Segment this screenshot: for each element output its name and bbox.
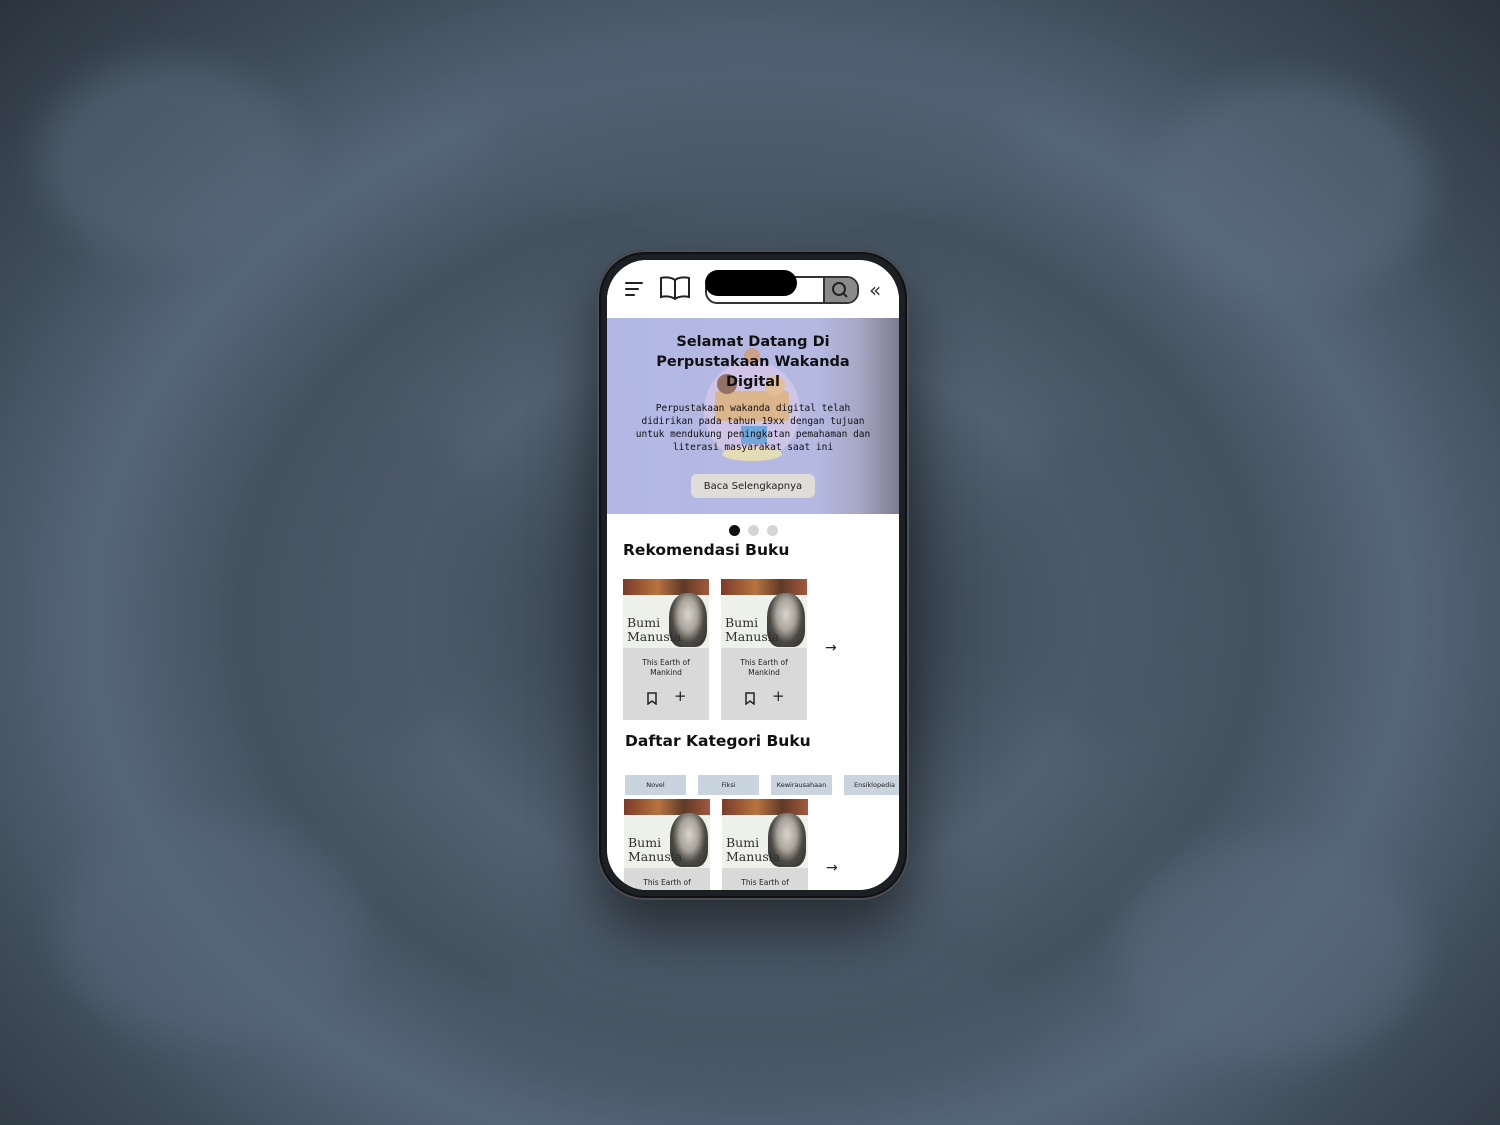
bookmark-icon[interactable] bbox=[745, 692, 755, 705]
cover-title: Bumi Manusia bbox=[628, 835, 683, 864]
book-subtitle: This Earth of Mankind bbox=[740, 658, 788, 677]
read-more-button[interactable]: Baca Selengkapnya bbox=[691, 474, 815, 498]
menu-icon[interactable] bbox=[625, 282, 643, 300]
chevrons-left-icon[interactable]: « bbox=[869, 280, 881, 300]
book-subtitle: This Earth of bbox=[741, 878, 789, 887]
bookmark-icon[interactable] bbox=[647, 692, 657, 705]
hero-description: Perpustakaan wakanda digital telah didir… bbox=[635, 403, 871, 453]
category-chip[interactable]: Ensiklopedia bbox=[844, 775, 899, 795]
arrow-right-icon[interactable]: → bbox=[826, 860, 838, 876]
categories-title: Daftar Kategori Buku bbox=[625, 732, 811, 750]
book-subtitle: This Earth of Mankind bbox=[642, 658, 690, 677]
carousel-indicator bbox=[607, 523, 899, 541]
category-chip[interactable]: Fiksi bbox=[698, 775, 759, 795]
hero-banner: Selamat Datang Di Perpustakaan Wakanda D… bbox=[607, 318, 899, 514]
plus-icon[interactable]: + bbox=[674, 687, 687, 705]
phone-screen: « Selamat Datang Di Perpustakaan Wakanda… bbox=[607, 260, 899, 890]
arrow-right-icon[interactable]: → bbox=[825, 640, 837, 656]
cover-title: Bumi Manusia bbox=[726, 835, 781, 864]
plus-icon[interactable]: + bbox=[772, 687, 785, 705]
carousel-dot[interactable] bbox=[766, 525, 778, 536]
carousel-dot[interactable] bbox=[747, 525, 759, 536]
category-chip[interactable]: Novel bbox=[625, 775, 686, 795]
phone-frame: « Selamat Datang Di Perpustakaan Wakanda… bbox=[597, 250, 909, 900]
book-cover: Bumi Manusia bbox=[623, 579, 709, 648]
cover-title: Bumi Manusia bbox=[627, 615, 682, 644]
book-cover: Bumi Manusia bbox=[722, 799, 808, 868]
book-open-icon[interactable] bbox=[659, 275, 691, 306]
hero-title: Selamat Datang Di Perpustakaan Wakanda D… bbox=[656, 334, 850, 390]
book-cover: Bumi Manusia bbox=[624, 799, 710, 868]
book-subtitle: This Earth of bbox=[643, 878, 691, 887]
category-chip[interactable]: Kewirausahaan bbox=[771, 775, 832, 795]
search-icon bbox=[832, 282, 848, 298]
book-card[interactable]: Bumi Manusia This Earth of bbox=[624, 799, 710, 890]
book-card[interactable]: Bumi Manusia This Earth of Mankind + bbox=[721, 579, 807, 720]
cover-title: Bumi Manusia bbox=[725, 615, 780, 644]
book-card[interactable]: Bumi Manusia This Earth of bbox=[722, 799, 808, 890]
search-button[interactable] bbox=[823, 278, 857, 302]
dynamic-island bbox=[705, 270, 797, 296]
book-card[interactable]: Bumi Manusia This Earth of Mankind + bbox=[623, 579, 709, 720]
book-cover: Bumi Manusia bbox=[721, 579, 807, 648]
recommendations-title: Rekomendasi Buku bbox=[623, 541, 790, 559]
carousel-dot[interactable] bbox=[728, 525, 740, 536]
